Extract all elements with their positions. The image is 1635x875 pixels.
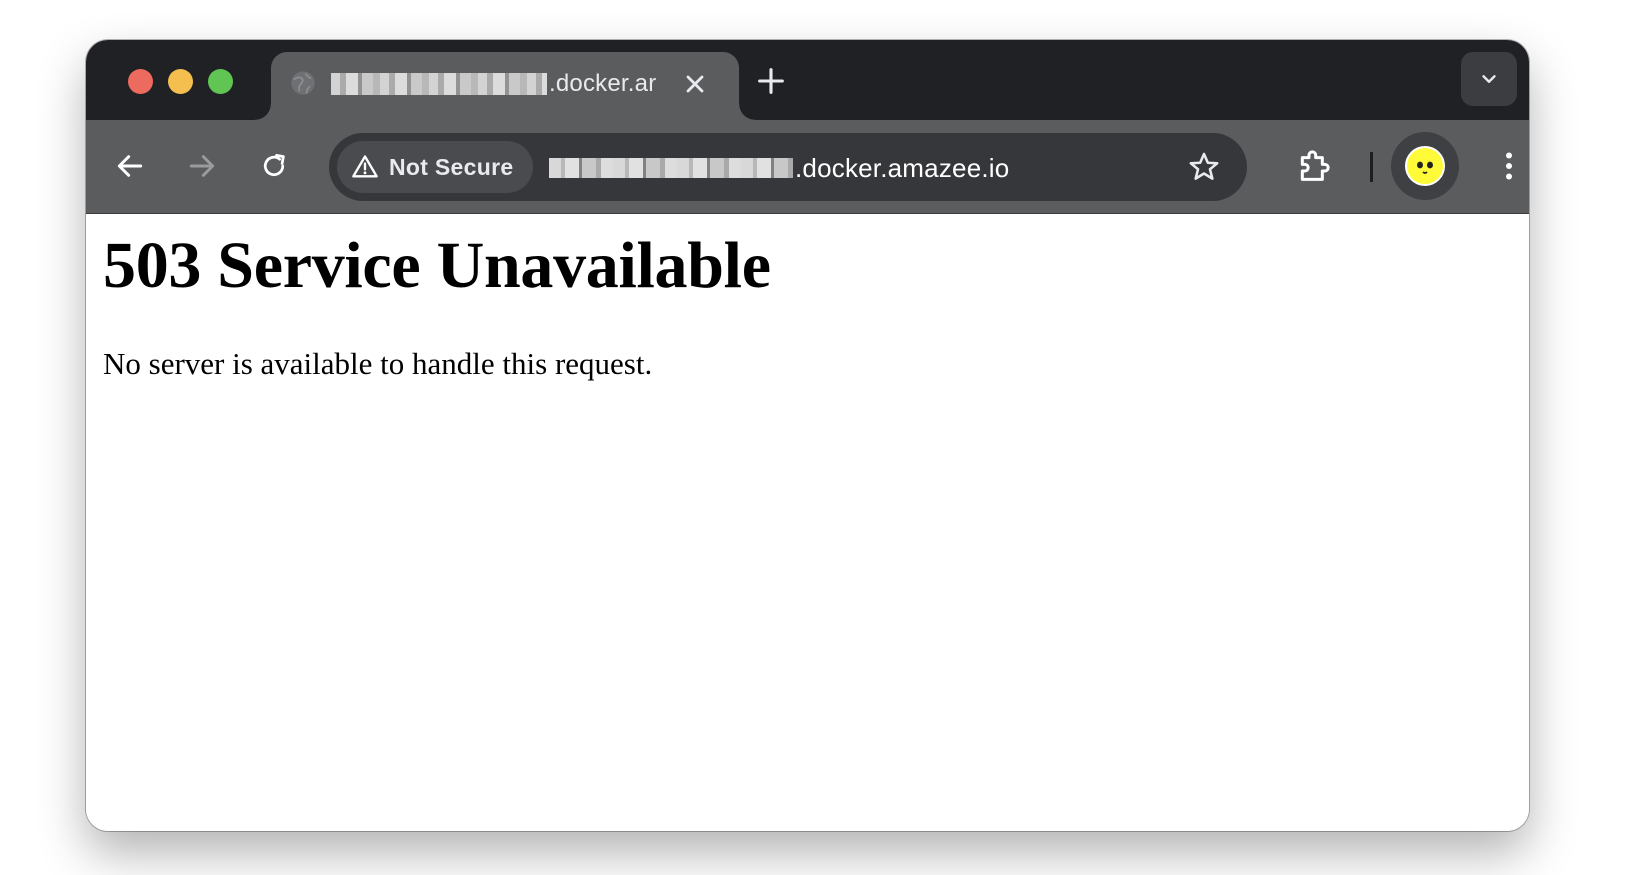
toolbar-divider	[1370, 152, 1373, 182]
url-domain: .docker.amazee.io	[795, 152, 1010, 183]
reload-icon	[263, 154, 285, 177]
security-label: Not Secure	[389, 153, 514, 180]
plus-icon[interactable]	[754, 64, 788, 98]
avatar-face-icon	[1417, 161, 1433, 174]
close-icon[interactable]	[681, 70, 709, 98]
tab-title: .docker.ar	[331, 68, 676, 100]
security-indicator[interactable]: Not Secure	[337, 141, 534, 193]
back-button[interactable]	[112, 148, 148, 184]
tab-search-button[interactable]	[1461, 52, 1517, 106]
tab-strip: .docker.ar	[86, 40, 1529, 120]
browser-toolbar: Not Secure .docker.amazee.io	[86, 120, 1529, 214]
redacted-text	[549, 158, 793, 178]
active-tab[interactable]: .docker.ar	[255, 52, 755, 120]
star-icon[interactable]	[1187, 150, 1221, 184]
forward-button[interactable]	[184, 148, 220, 184]
puzzle-icon[interactable]	[1294, 146, 1334, 186]
vertical-dots-icon[interactable]	[1491, 148, 1527, 184]
avatar	[1405, 146, 1445, 186]
page-title: 503 Service Unavailable	[103, 229, 771, 302]
arrow-left-icon	[117, 155, 143, 177]
tab-title-text: .docker.ar	[549, 70, 657, 97]
window-maximize-button[interactable]	[208, 69, 233, 94]
address-bar[interactable]: Not Secure .docker.amazee.io	[329, 133, 1247, 201]
globe-icon	[291, 71, 315, 95]
profile-button[interactable]	[1391, 132, 1459, 200]
arrow-right-icon	[189, 155, 215, 177]
page-content: 503 Service Unavailable No server is ava…	[86, 214, 1529, 831]
window-close-button[interactable]	[128, 69, 153, 94]
error-message: No server is available to handle this re…	[103, 346, 653, 381]
browser-window: .docker.ar Not Secure .docker.amazee.io …	[86, 40, 1529, 831]
chevron-down-icon	[1482, 75, 1496, 83]
warning-triangle-icon	[352, 155, 378, 178]
reload-button[interactable]	[256, 148, 292, 184]
url-text: .docker.amazee.io	[549, 151, 1009, 185]
redacted-text	[331, 73, 547, 95]
window-minimize-button[interactable]	[168, 69, 193, 94]
